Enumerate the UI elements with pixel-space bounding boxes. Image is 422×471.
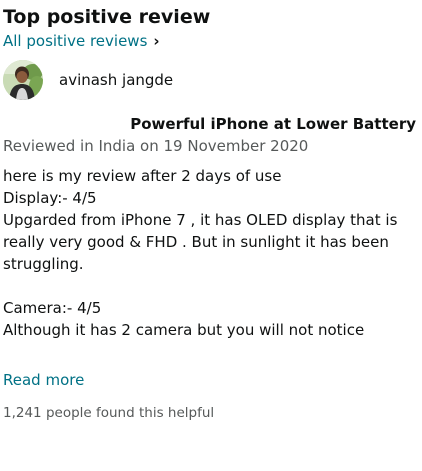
review-line: Display:- 4/5 bbox=[3, 189, 97, 207]
truncation-fade bbox=[3, 345, 419, 361]
avatar bbox=[3, 60, 43, 100]
avatar-photo-icon bbox=[3, 60, 43, 100]
all-positive-reviews-label: All positive reviews bbox=[3, 32, 148, 50]
review-line: here is my review after 2 days of use bbox=[3, 167, 282, 185]
review-body: here is my review after 2 days of use Di… bbox=[3, 165, 419, 361]
section-heading: Top positive review bbox=[3, 6, 211, 28]
all-positive-reviews-link[interactable]: All positive reviews › bbox=[3, 31, 160, 51]
review-widget: Top positive review All positive reviews… bbox=[3, 0, 419, 423]
review-line: Although it has 2 camera but you will no… bbox=[3, 321, 365, 339]
reviewer-profile[interactable]: avinash jangde bbox=[3, 60, 419, 100]
review-date: Reviewed in India on 19 November 2020 bbox=[3, 137, 309, 155]
review-line: Upgarded from iPhone 7 , it has OLED dis… bbox=[3, 211, 398, 273]
chevron-right-icon: › bbox=[153, 32, 160, 50]
review-line: Camera:- 4/5 bbox=[3, 299, 102, 317]
helpful-count: 1,241 people found this helpful bbox=[3, 405, 215, 421]
review-title[interactable]: Powerful iPhone at Lower Battery bbox=[3, 114, 419, 134]
read-more-link[interactable]: Read more bbox=[3, 370, 84, 390]
reviewer-name: avinash jangde bbox=[59, 71, 174, 89]
review-line-blank bbox=[3, 275, 419, 297]
